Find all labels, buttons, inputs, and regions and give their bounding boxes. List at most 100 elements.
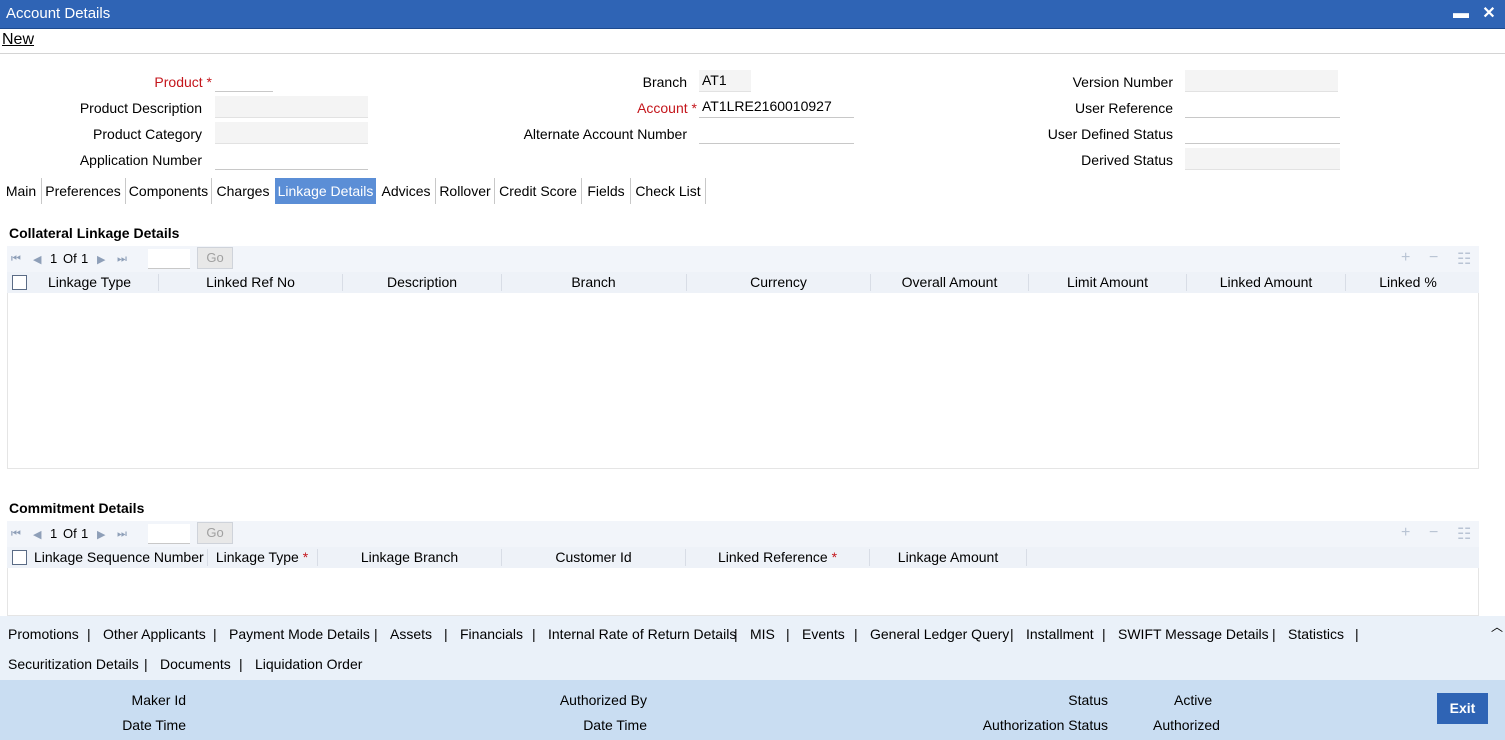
collapse-icon[interactable]: ︿ [1491,618,1503,635]
user-reference-field[interactable] [1185,96,1340,118]
account-field[interactable]: AT1LRE2160010927 [699,96,854,118]
minimize-icon[interactable]: ▬ [1452,4,1470,24]
link-separator: | [1272,626,1276,642]
tab-main[interactable]: Main [2,178,40,204]
new-button[interactable]: New [2,31,34,49]
link-events[interactable]: Events [802,626,845,642]
tab-charges[interactable]: Charges [212,178,274,204]
go-button[interactable]: Go [197,522,233,544]
link-other-applicants[interactable]: Other Applicants [103,626,206,642]
link-separator: | [144,656,148,672]
single-view-icon[interactable]: ☷ [1457,524,1471,544]
column-header-text: Linkage Type [215,549,299,565]
column-header[interactable]: Linkage Amount [870,547,1026,568]
column-separator [1026,549,1027,566]
column-header[interactable]: Linkage Sequence Number [34,547,204,568]
link-payment-mode-details[interactable]: Payment Mode Details [229,626,370,642]
pager-current-page: 1 [50,251,58,266]
collateral-pager: ⏮ ◀ 1 Of 1 ▶ ⏭ Go + − ☷ [7,246,1479,272]
exit-button[interactable]: Exit [1437,693,1488,724]
version-number-field [1185,70,1338,92]
application-number-field[interactable] [215,148,368,170]
close-icon[interactable]: ✕ [1480,4,1498,24]
delete-row-icon[interactable]: − [1429,249,1438,267]
branch-field: AT1 [699,70,751,92]
link-assets[interactable]: Assets [390,626,432,642]
user-defined-status-field[interactable] [1185,122,1340,144]
alternate-account-number-label: Alternate Account Number [523,126,687,142]
link-separator: | [854,626,858,642]
commitment-grid-body [7,568,1479,616]
collateral-grid-body [7,293,1479,469]
first-page-icon[interactable]: ⏮ [11,253,21,266]
column-header[interactable]: Limit Amount [1029,272,1186,293]
add-row-icon[interactable]: + [1401,249,1410,267]
next-page-icon[interactable]: ▶ [97,253,105,266]
column-header[interactable]: Description [343,272,501,293]
tab-credit-score[interactable]: Credit Score [495,178,581,204]
column-header[interactable]: Linkage Type [37,272,142,293]
prev-page-icon[interactable]: ◀ [33,528,41,541]
delete-row-icon[interactable]: − [1429,524,1438,542]
column-header[interactable]: Linkage Branch [318,547,501,568]
column-header[interactable]: Overall Amount [871,272,1028,293]
first-page-icon[interactable]: ⏮ [11,528,21,541]
link-internal-rate-of-return-details[interactable]: Internal Rate of Return Details [548,626,736,642]
link-separator: | [734,626,738,642]
tab-components[interactable]: Components [126,178,211,204]
select-all-checkbox[interactable] [12,550,27,565]
link-swift-message-details[interactable]: SWIFT Message Details [1118,626,1269,642]
column-header[interactable]: Linked Amount [1187,272,1345,293]
link-liquidation-order[interactable]: Liquidation Order [255,656,362,672]
go-button[interactable]: Go [197,247,233,269]
version-number-label: Version Number [1072,74,1173,90]
link-installment[interactable]: Installment [1026,626,1094,642]
link-documents[interactable]: Documents [160,656,231,672]
product-label-text: Product [154,74,203,90]
page-number-input[interactable] [148,249,190,269]
authorization-status-label: Authorization Status [982,717,1108,733]
link-promotions[interactable]: Promotions [8,626,79,642]
audit-footer: Maker Id Date Time Authorized By Date Ti… [0,680,1505,740]
tab-advices[interactable]: Advices [377,178,435,204]
branch-label: Branch [642,74,687,90]
link-statistics[interactable]: Statistics [1288,626,1344,642]
select-all-checkbox[interactable] [12,275,27,290]
alternate-account-number-field[interactable] [699,122,854,144]
tab-linkage-details[interactable]: Linkage Details [275,178,376,204]
collateral-grid-header: Linkage Type Linked Ref No Description B… [7,272,1479,293]
application-number-label: Application Number [79,152,202,168]
user-reference-label: User Reference [1074,100,1173,116]
prev-page-icon[interactable]: ◀ [33,253,41,266]
link-financials[interactable]: Financials [460,626,523,642]
single-view-icon[interactable]: ☷ [1457,249,1471,269]
tab-fields[interactable]: Fields [582,178,630,204]
link-general-ledger-query[interactable]: General Ledger Query [870,626,1009,642]
page-number-input[interactable] [148,524,190,544]
pager-of-label: Of [63,251,77,266]
column-header: Linked Reference * [686,547,869,568]
tab-rollover[interactable]: Rollover [436,178,494,204]
column-header[interactable]: Currency [687,272,870,293]
last-page-icon[interactable]: ⏭ [117,528,127,541]
window-title-bar: Account Details ▬ ✕ [0,0,1505,29]
column-header[interactable]: Customer Id [502,547,685,568]
column-header[interactable]: Linked Ref No [159,272,342,293]
column-header[interactable]: Linked % [1346,272,1470,293]
window-title: Account Details [6,5,111,22]
last-page-icon[interactable]: ⏭ [117,253,127,266]
link-separator: | [213,626,217,642]
commitment-section-title: Commitment Details [9,500,145,516]
commitment-pager: ⏮ ◀ 1 Of 1 ▶ ⏭ Go + − ☷ [7,521,1479,547]
collateral-section-title: Collateral Linkage Details [9,225,180,241]
next-page-icon[interactable]: ▶ [97,528,105,541]
link-mis[interactable]: MIS [750,626,775,642]
add-row-icon[interactable]: + [1401,524,1410,542]
tab-preferences[interactable]: Preferences [42,178,124,204]
product-field[interactable] [215,70,273,92]
column-header[interactable]: Branch [502,272,685,293]
header-divider [0,53,1505,54]
link-securitization-details[interactable]: Securitization Details [8,656,139,672]
tab-check-list[interactable]: Check List [631,178,705,204]
pager-total-pages: 1 [81,251,89,266]
